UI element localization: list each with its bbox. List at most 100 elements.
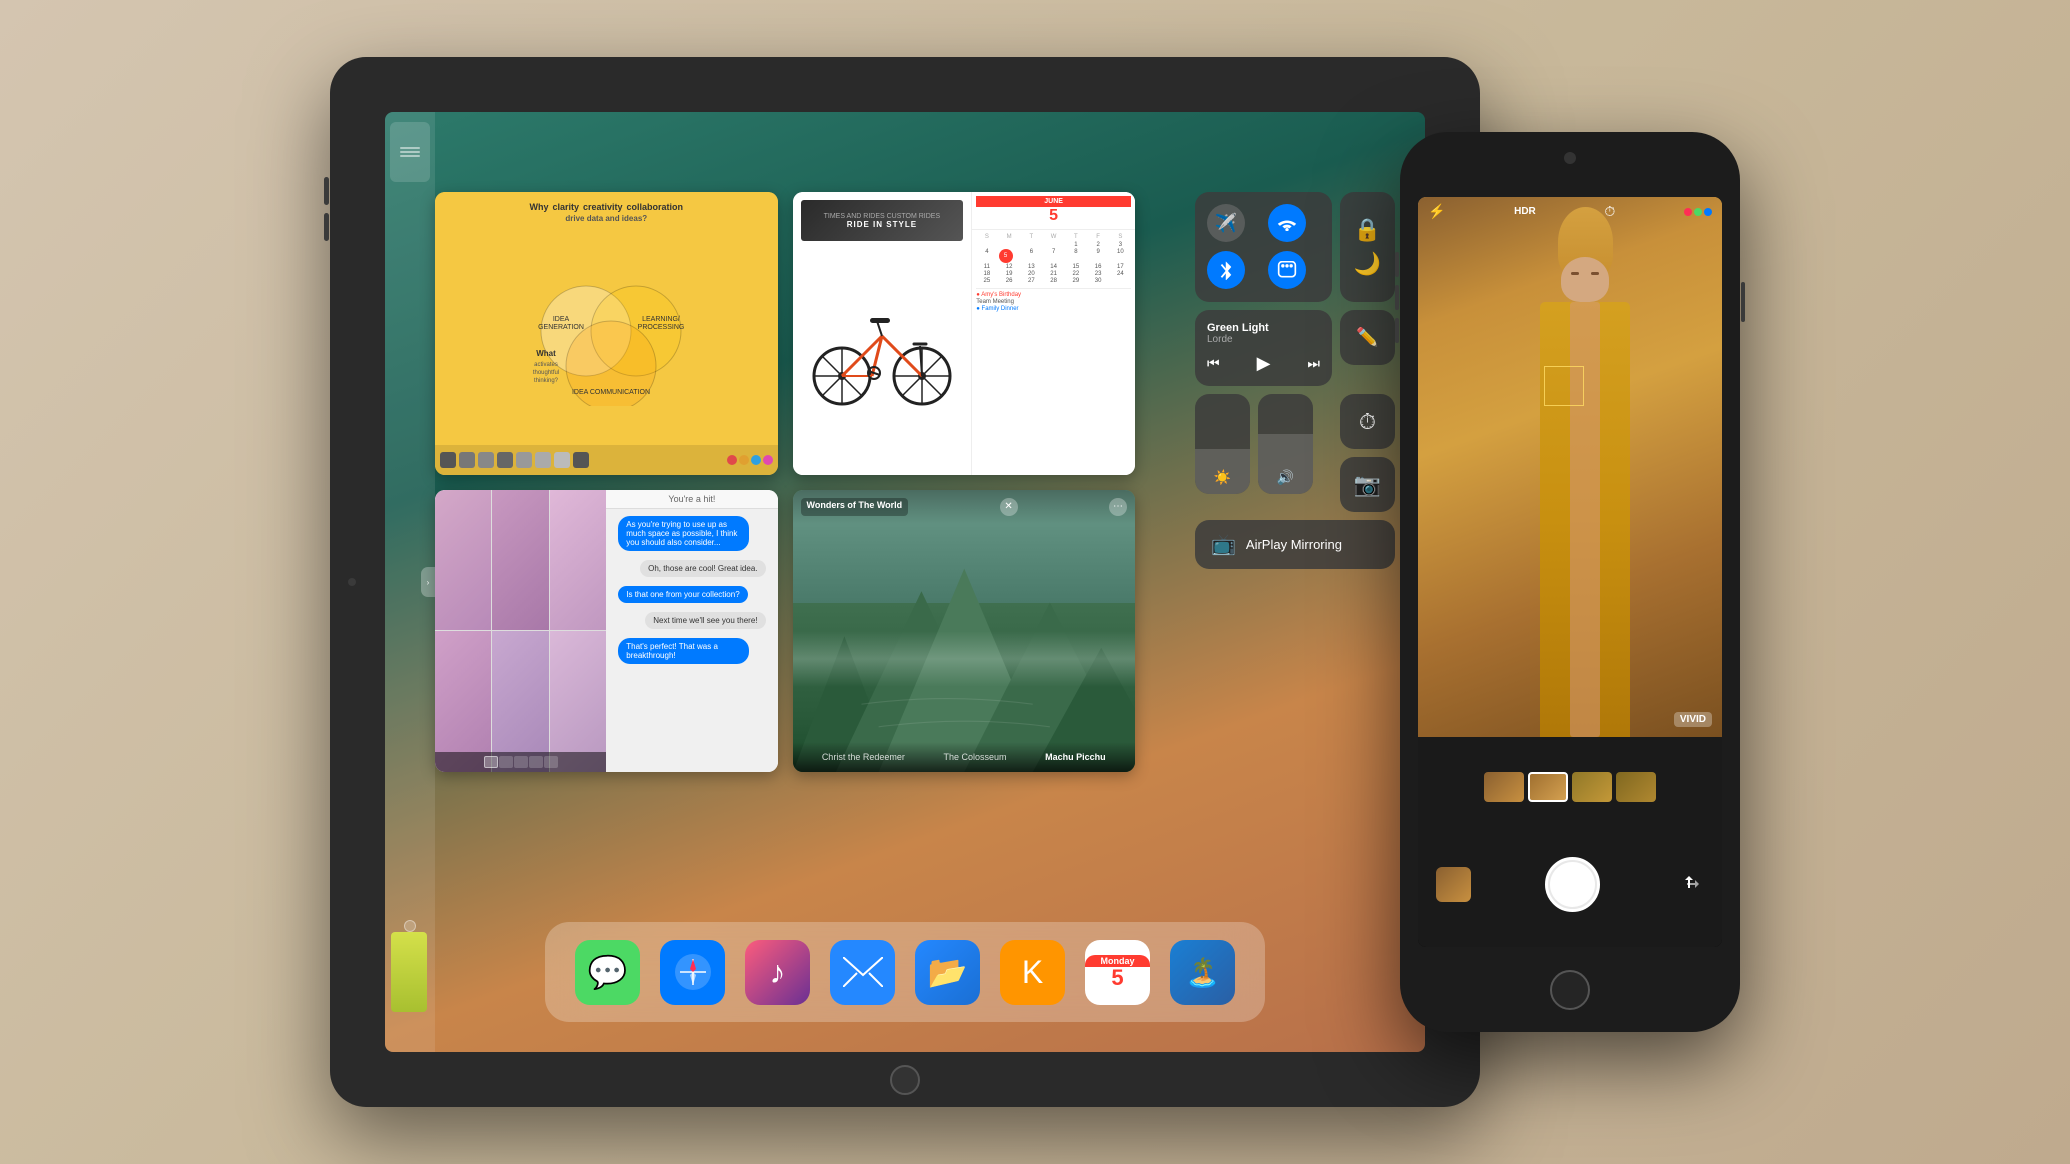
cc-clock-btn[interactable]: ⏱: [1340, 394, 1395, 449]
color-icon[interactable]: [1684, 208, 1712, 216]
pages-header-image: TIMES AND RIDES CUSTOM RIDES RIDE IN STY…: [801, 200, 964, 241]
brightness-icon: ☀️: [1214, 469, 1231, 486]
person-face: [1561, 257, 1609, 302]
timer-icon[interactable]: ⏱: [1604, 203, 1615, 220]
cc-lock-rotation-btn[interactable]: 🔒 🌙: [1340, 192, 1395, 302]
cc-wifi-btn[interactable]: [1268, 204, 1306, 242]
dock-icon-travelbook[interactable]: 🏝️: [1170, 940, 1235, 1005]
person-silhouette: [1509, 197, 1661, 737]
camera-thumb-4: [1616, 772, 1656, 802]
photo-cell-1: [435, 490, 491, 631]
photo-cell-5: [492, 631, 548, 772]
cc-edit-btn[interactable]: ✏️: [1340, 310, 1395, 365]
cc-row-1: ✈️: [1195, 192, 1395, 302]
photo-grid: [435, 490, 606, 773]
iphone-silent-btn: [1395, 252, 1399, 277]
ipad-sidebar-strip: ›: [385, 112, 435, 1052]
iphone-home-button[interactable]: [1550, 970, 1590, 1010]
photos-content-area: [435, 490, 606, 773]
dock-icon-files[interactable]: 📂: [915, 940, 980, 1005]
dock-icon-safari[interactable]: [660, 940, 725, 1005]
camera-gallery-btn[interactable]: [1436, 867, 1471, 902]
airplay-label: AirPlay Mirroring: [1246, 537, 1342, 552]
svg-text:LEARNING/: LEARNING/: [642, 316, 680, 323]
msg-bubble-1: As you're trying to use up as much space…: [618, 516, 749, 551]
app-card-paper[interactable]: 🟠 Paper Whyclaritycreativitycollaboratio…: [435, 192, 778, 475]
lock-rotation-icon: 🔒: [1354, 217, 1381, 243]
photo-cell-6: [550, 631, 606, 772]
paper-tools-bar: [435, 445, 778, 475]
airpano-menu-btn[interactable]: ⋯: [1109, 498, 1127, 516]
ipad-screen: › 🟠 Paper: [385, 112, 1425, 1052]
cc-row-2: Green Light Lorde ⏮ ▶ ⏭ ✏️: [1195, 310, 1395, 386]
camera-controls-main: [1426, 857, 1714, 912]
scene: › 🟠 Paper: [0, 0, 2070, 1164]
dock-icon-keynote[interactable]: K: [1000, 940, 1065, 1005]
iphone-vol-down-btn: [1395, 318, 1399, 343]
dock-icon-messages[interactable]: 💬: [575, 940, 640, 1005]
calendar-dock-day: 5: [1111, 967, 1123, 989]
volume-icon: 🔊: [1277, 469, 1294, 486]
ipad-dock: 💬 ♪: [545, 922, 1265, 1022]
svg-text:IDEA COMMUNICATION: IDEA COMMUNICATION: [572, 389, 650, 396]
svg-text:thinking?: thinking?: [534, 378, 559, 384]
ipad-volume-buttons: [324, 177, 329, 241]
np-next-btn[interactable]: ⏭: [1307, 355, 1320, 372]
flash-icon[interactable]: ⚡: [1428, 203, 1445, 220]
svg-text:What: What: [536, 349, 556, 358]
camera-top-controls: ⚡ HDR ⏱: [1418, 197, 1722, 226]
hdr-label[interactable]: HDR: [1514, 206, 1536, 217]
cc-sliders-container: ☀️ 🔊: [1195, 394, 1332, 512]
airpano-location-3: Machu Picchu: [1045, 752, 1106, 762]
np-play-btn[interactable]: ▶: [1257, 353, 1271, 374]
airpano-close-btn[interactable]: ✕: [1000, 498, 1018, 516]
camera-thumb-1: [1484, 772, 1524, 802]
svg-text:IDEA: IDEA: [553, 316, 570, 323]
paper-sketch-title: Whyclaritycreativitycollaboration drive …: [445, 202, 768, 223]
messages-body: As you're trying to use up as much space…: [606, 509, 777, 773]
cc-bluetooth-btn[interactable]: [1207, 251, 1245, 289]
iphone-screen: ⚡ HDR ⏱ VIVID: [1418, 197, 1722, 947]
camera-thumbnails: [1484, 772, 1656, 802]
airpano-top-bar: Wonders of The World ✕ ⋯: [793, 490, 1136, 524]
ipad-device: › 🟠 Paper: [330, 57, 1480, 1107]
photo-cell-3: [550, 490, 606, 631]
app-cards-grid: 🟠 Paper Whyclaritycreativitycollaboratio…: [435, 192, 1135, 772]
svg-text:GENERATION: GENERATION: [538, 324, 584, 331]
cc-airplane-btn[interactable]: ✈️: [1207, 204, 1245, 242]
app-card-photos-messages[interactable]: 🖼️ Photos 💬 Messages: [435, 490, 778, 773]
cc-airplaycell-btn[interactable]: [1268, 251, 1306, 289]
iphone-volume-buttons: [1395, 252, 1399, 343]
camera-shutter-btn[interactable]: [1545, 857, 1600, 912]
camera-flip-btn[interactable]: [1674, 869, 1704, 899]
camera-thumb-2: [1528, 772, 1568, 802]
msg-bubble-3: Is that one from your collection?: [618, 586, 747, 603]
camera-bottom-controls: [1418, 737, 1722, 947]
cc-volume-slider[interactable]: 🔊: [1258, 394, 1313, 494]
edit-icon: ✏️: [1356, 327, 1378, 348]
camera-viewfinder: ⚡ HDR ⏱ VIVID: [1418, 197, 1722, 737]
vivid-badge: VIVID: [1674, 712, 1712, 727]
airpano-location-bar: Christ the Redeemer The Colosseum Machu …: [793, 742, 1136, 772]
cc-camera-btn[interactable]: 📷: [1340, 457, 1395, 512]
calendar-month-header: JUNE 5: [972, 192, 1135, 230]
cc-now-playing: Green Light Lorde ⏮ ▶ ⏭: [1195, 310, 1332, 386]
np-prev-btn[interactable]: ⏮: [1207, 355, 1220, 372]
dock-icon-mail[interactable]: [830, 940, 895, 1005]
airpano-landscape: Wonders of The World ✕ ⋯ Christ the Rede…: [793, 490, 1136, 773]
ipad-vol-down: [324, 213, 329, 241]
cc-airplay-mirroring[interactable]: 📺 AirPlay Mirroring: [1195, 520, 1395, 569]
cc-connectivity-grid: ✈️: [1195, 192, 1332, 302]
ipad-home-button[interactable]: [890, 1065, 920, 1095]
iphone-vol-up-btn: [1395, 285, 1399, 310]
app-card-pages-calendar[interactable]: 📄 Pages 📅 Calendar TIMES AND RIDES CUSTO…: [793, 192, 1136, 475]
do-not-disturb-icon: 🌙: [1354, 251, 1381, 277]
paper-diagram-area: IDEA GENERATION LEARNING/ PROCESSING IDE…: [445, 228, 768, 445]
app-card-airpano[interactable]: 🌍 Airpano: [793, 490, 1136, 773]
msg-bubble-5: That's perfect! That was a breakthrough!: [618, 638, 749, 664]
dock-icon-calendar[interactable]: Monday 5: [1085, 940, 1150, 1005]
cc-row-3: ☀️ 🔊 ⏱ 📷: [1195, 394, 1395, 512]
cc-brightness-slider[interactable]: ☀️: [1195, 394, 1250, 494]
calendar-content-area: JUNE 5 SMTWTFS 123 45678910 111213141516…: [972, 192, 1135, 475]
dock-icon-music[interactable]: ♪: [745, 940, 810, 1005]
